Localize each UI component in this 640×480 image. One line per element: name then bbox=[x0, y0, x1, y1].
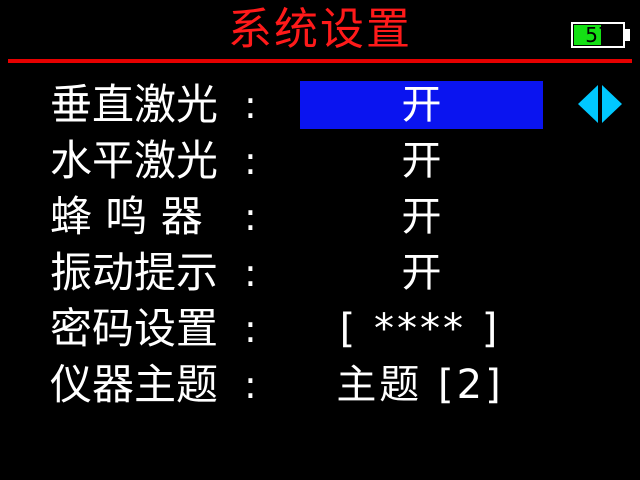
menu-item-label: 仪器主题 bbox=[50, 360, 219, 409]
menu-item-instrument-theme[interactable]: 仪器主题 : 主题 [2] bbox=[0, 357, 640, 413]
menu-item-colon: : bbox=[244, 363, 257, 407]
menu-item-colon: : bbox=[244, 83, 257, 127]
menu-item-value[interactable]: 开 bbox=[300, 137, 543, 185]
battery-tip bbox=[625, 29, 630, 41]
menu-item-label: 振动提示 bbox=[50, 248, 219, 297]
menu-item-password-setting[interactable]: 密码设置 : [ **** ] bbox=[0, 301, 640, 357]
menu-item-colon: : bbox=[244, 139, 257, 183]
menu-item-value[interactable]: [ **** ] bbox=[290, 305, 550, 353]
menu-item-vibration-alert[interactable]: 振动提示 : 开 bbox=[0, 245, 640, 301]
menu-item-label: 蜂 鸣 器 bbox=[50, 192, 203, 241]
menu-item-colon: : bbox=[244, 307, 257, 351]
menu-item-value[interactable]: 开 bbox=[300, 81, 543, 129]
arrow-left-icon[interactable] bbox=[578, 85, 598, 123]
left-right-arrows-icon[interactable] bbox=[578, 85, 624, 125]
menu-item-value[interactable]: 开 bbox=[300, 249, 543, 297]
menu-item-label: 垂直激光 bbox=[50, 80, 219, 129]
title-divider bbox=[8, 59, 632, 63]
menu-item-buzzer[interactable]: 蜂 鸣 器 : 开 bbox=[0, 189, 640, 245]
menu-item-label: 水平激光 bbox=[50, 136, 219, 185]
menu-item-vertical-laser[interactable]: 垂直激光 : 开 bbox=[0, 77, 640, 133]
menu-item-colon: : bbox=[244, 251, 257, 295]
arrow-right-icon[interactable] bbox=[602, 85, 622, 123]
menu-item-value[interactable]: 主题 [2] bbox=[290, 361, 550, 409]
menu-item-colon: : bbox=[244, 195, 257, 239]
menu-item-horizontal-laser[interactable]: 水平激光 : 开 bbox=[0, 133, 640, 189]
menu-item-label: 密码设置 bbox=[50, 304, 219, 353]
battery-level-text: 57 bbox=[585, 23, 611, 47]
menu-item-value[interactable]: 开 bbox=[300, 193, 543, 241]
page-title: 系统设置 bbox=[228, 4, 412, 55]
